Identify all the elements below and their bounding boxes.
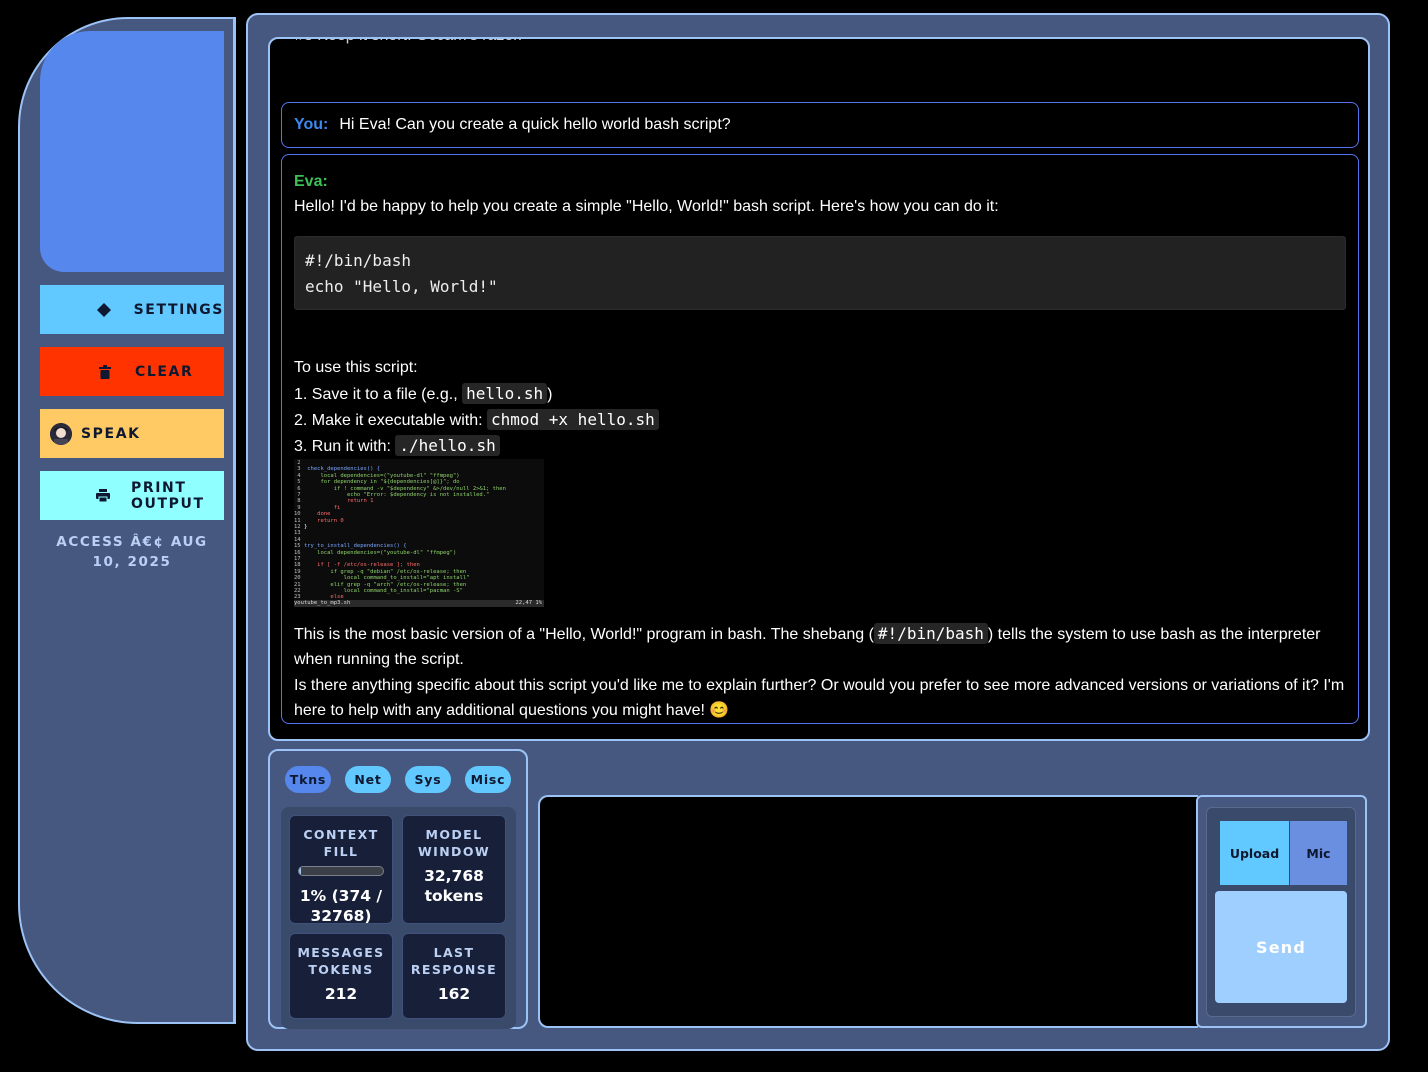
clear-button[interactable]: CLEAR — [40, 347, 224, 396]
assistant-message: Eva: Hello! I'd be happy to help you cre… — [281, 154, 1359, 724]
context-fill-card: CONTEXT FILL 1% (374 / 32768) — [289, 815, 393, 925]
explanation-paragraph: This is the most basic version of a "Hel… — [294, 621, 1346, 672]
tab-network[interactable]: Net — [345, 766, 391, 793]
usage-steps: To use this script: 1. Save it to a file… — [294, 355, 1346, 459]
eva-avatar-icon — [50, 422, 72, 445]
mic-button[interactable]: Mic — [1290, 821, 1347, 885]
paragraph-text: This is the most basic version of a "Hel… — [294, 626, 874, 643]
code-line: #!/bin/bash — [305, 251, 411, 270]
speak-label: SPEAK — [81, 425, 141, 442]
last-response-value: 162 — [437, 985, 471, 1003]
context-fill-progress-bar — [298, 866, 384, 876]
step-text: ) — [547, 386, 553, 403]
step-text: 3. Run it with: — [294, 438, 396, 455]
messages-tokens-card: MESSAGES TOKENS 212 — [289, 933, 393, 1019]
user-message-text: Hi Eva! Can you create a quick hello wor… — [339, 116, 731, 133]
step-text: 2. Make it executable with: — [294, 412, 487, 429]
send-button[interactable]: Send — [1215, 891, 1347, 1003]
messages-tokens-value: 212 — [324, 985, 358, 1003]
followup-paragraph: Is there anything specific about this sc… — [294, 677, 1345, 719]
user-speaker-label: You: — [294, 116, 329, 133]
steps-title: To use this script: — [294, 359, 418, 376]
model-window-value: 32,768 tokens — [424, 867, 484, 905]
truncated-message-line: #3 Keep it short. Occam's razor. — [295, 39, 522, 45]
assistant-intro: Hello! I'd be happy to help you create a… — [294, 198, 999, 215]
context-fill-label: CONTEXT FILL — [303, 827, 379, 859]
avatar-display-panel — [40, 31, 224, 272]
terminal-line: 16 local dependencies=("youtube-dl" "ffm… — [294, 549, 457, 556]
step-item: 1. Save it to a file (e.g., hello.sh) — [294, 381, 1346, 407]
tab-misc[interactable]: Misc — [465, 766, 511, 793]
settings-label: SETTINGS — [133, 301, 224, 318]
printer-icon — [96, 487, 110, 505]
context-fill-value: 1% (374 / 32768) — [299, 887, 383, 925]
tab-tokens[interactable]: Tkns — [285, 766, 331, 793]
last-response-label: LAST RESPONSE — [410, 945, 498, 977]
upload-button[interactable]: Upload — [1220, 821, 1289, 885]
access-date: ACCESS Â€¢ AUG 10, 2025 — [56, 534, 208, 570]
context-fill-progress-fill — [299, 867, 301, 875]
terminal-screenshot-image[interactable]: 2 3 check_dependencies() { 4 local depen… — [294, 459, 544, 607]
speak-button[interactable]: SPEAK — [40, 409, 224, 458]
settings-icon — [96, 301, 113, 319]
code-line: echo "Hello, World!" — [305, 277, 498, 296]
model-window-card: MODEL WINDOW 32,768 tokens — [402, 815, 506, 924]
step-item: 2. Make it executable with: chmod +x hel… — [294, 407, 1346, 433]
code-block[interactable]: #!/bin/bash echo "Hello, World!" — [294, 236, 1346, 310]
model-window-label: MODEL WINDOW — [417, 827, 491, 859]
terminal-status-bar: youtube_to_mp3.sh 22,47 1% — [294, 600, 544, 607]
terminal-status-position: 22,47 1% — [515, 600, 543, 606]
clear-label: CLEAR — [135, 363, 194, 380]
print-output-button[interactable]: PRINT OUTPUT — [40, 471, 224, 520]
print-output-label: PRINT OUTPUT — [131, 479, 205, 512]
terminal-status-file: youtube_to_mp3.sh — [294, 600, 351, 606]
messages-tokens-label: MESSAGES TOKENS — [297, 945, 385, 977]
inline-code: chmod +x hello.sh — [486, 409, 659, 430]
step-text: 1. Save it to a file (e.g., — [294, 386, 463, 403]
chat-history[interactable]: #3 Keep it short. Occam's razor. You: Hi… — [268, 37, 1370, 741]
message-input[interactable] — [538, 795, 1198, 1028]
tab-system[interactable]: Sys — [405, 766, 451, 793]
inline-code: ./hello.sh — [395, 435, 500, 456]
settings-button[interactable]: SETTINGS — [40, 285, 224, 334]
user-message: You: Hi Eva! Can you create a quick hell… — [281, 102, 1359, 148]
assistant-speaker-label: Eva: — [294, 173, 328, 190]
inline-code: #!/bin/bash — [873, 623, 988, 644]
trash-icon — [96, 363, 114, 381]
last-response-card: LAST RESPONSE 162 — [402, 933, 506, 1019]
step-item: 3. Run it with: ./hello.sh — [294, 433, 1346, 459]
inline-code: hello.sh — [462, 383, 548, 404]
